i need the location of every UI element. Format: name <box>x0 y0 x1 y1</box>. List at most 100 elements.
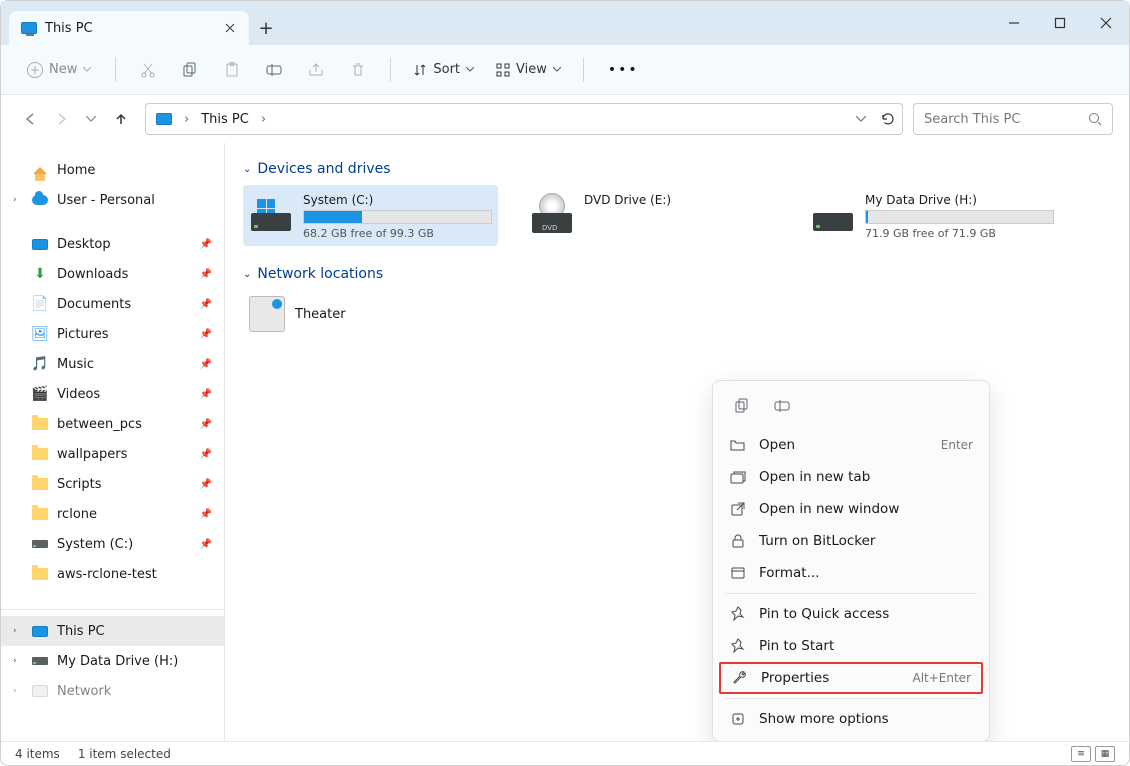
paste-button[interactable] <box>214 52 250 88</box>
pin-icon: 📌 <box>200 539 212 550</box>
status-items: 4 items <box>15 747 60 761</box>
refresh-icon[interactable] <box>880 111 896 127</box>
sidebar-scripts[interactable]: Scripts📌 <box>1 469 224 499</box>
external-icon <box>729 501 747 517</box>
drive-icon <box>32 540 48 548</box>
sidebar-this-pc[interactable]: ›This PC <box>1 616 224 646</box>
chevron-right-icon[interactable]: › <box>13 686 23 696</box>
tab-this-pc[interactable]: This PC <box>9 11 249 45</box>
sidebar-pictures[interactable]: 🖼Pictures📌 <box>1 319 224 349</box>
ctx-bitlocker[interactable]: Turn on BitLocker <box>719 525 983 557</box>
nav-row: › This PC › Search This PC <box>1 95 1129 143</box>
drive-dvd-e[interactable]: DVD Drive (E:) <box>524 185 779 246</box>
pictures-icon: 🖼 <box>31 326 49 342</box>
ctx-pin-quick[interactable]: Pin to Quick access <box>719 598 983 630</box>
search-input[interactable]: Search This PC <box>913 103 1113 135</box>
window-controls <box>991 1 1129 45</box>
divider <box>115 58 116 82</box>
sidebar-system-c[interactable]: System (C:)📌 <box>1 529 224 559</box>
maximize-button[interactable] <box>1037 1 1083 45</box>
drive-system-c[interactable]: System (C:) 68.2 GB free of 99.3 GB <box>243 185 498 246</box>
tab-title: This PC <box>45 21 215 36</box>
back-button[interactable] <box>17 105 45 133</box>
ctx-copy-button[interactable] <box>725 391 759 421</box>
minimize-button[interactable] <box>991 1 1037 45</box>
chevron-right-icon[interactable]: › <box>259 112 268 127</box>
sidebar-music[interactable]: 🎵Music📌 <box>1 349 224 379</box>
sidebar-desktop[interactable]: Desktop📌 <box>1 229 224 259</box>
ctx-rename-button[interactable] <box>765 391 799 421</box>
drive-icon <box>811 191 855 235</box>
ctx-open-tab[interactable]: Open in new tab <box>719 461 983 493</box>
sidebar-rclone[interactable]: rclone📌 <box>1 499 224 529</box>
cut-button[interactable] <box>130 52 166 88</box>
context-menu: Open Enter Open in new tab Open in new w… <box>712 380 990 741</box>
sidebar-between-pcs[interactable]: between_pcs📌 <box>1 409 224 439</box>
ctx-open-window[interactable]: Open in new window <box>719 493 983 525</box>
ctx-properties[interactable]: Properties Alt+Enter <box>719 662 983 694</box>
forward-button[interactable] <box>47 105 75 133</box>
monitor-icon <box>156 113 172 125</box>
sidebar: Home › User - Personal Desktop📌 ⬇Downloa… <box>1 143 225 741</box>
sidebar-network[interactable]: ›Network <box>1 676 224 706</box>
pin-icon <box>729 606 747 622</box>
recent-button[interactable] <box>77 105 105 133</box>
download-icon: ⬇ <box>31 266 49 282</box>
rename-button[interactable] <box>256 52 292 88</box>
chevron-down-icon: ⌄ <box>243 269 251 280</box>
drive-icon <box>249 191 293 235</box>
chevron-down-icon[interactable] <box>856 116 866 122</box>
status-selected: 1 item selected <box>78 747 171 761</box>
sidebar-videos[interactable]: 🎬Videos📌 <box>1 379 224 409</box>
pin-icon: 📌 <box>200 329 212 340</box>
drive-my-data-h[interactable]: My Data Drive (H:) 71.9 GB free of 71.9 … <box>805 185 1060 246</box>
media-device-icon <box>249 296 285 332</box>
chevron-right-icon[interactable]: › <box>13 656 23 666</box>
drive-icon <box>32 657 48 665</box>
details-view-button[interactable]: ≡ <box>1071 746 1091 762</box>
up-button[interactable] <box>107 105 135 133</box>
ctx-pin-start[interactable]: Pin to Start <box>719 630 983 662</box>
close-button[interactable] <box>1083 1 1129 45</box>
monitor-icon <box>32 626 48 637</box>
ctx-open[interactable]: Open Enter <box>719 429 983 461</box>
document-icon: 📄 <box>31 296 49 312</box>
toolbar: + New Sort View ••• <box>1 45 1129 95</box>
view-button[interactable]: View <box>488 56 569 83</box>
ctx-format[interactable]: Format... <box>719 557 983 589</box>
copy-button[interactable] <box>172 52 208 88</box>
new-tab-button[interactable]: + <box>249 11 283 45</box>
more-button[interactable]: ••• <box>598 56 649 84</box>
pin-icon: 📌 <box>200 509 212 520</box>
chevron-right-icon[interactable]: › <box>182 112 191 127</box>
plus-circle-icon: + <box>27 62 43 78</box>
drive-usage-bar <box>865 210 1054 224</box>
status-bar: 4 items 1 item selected ≡ ▦ <box>1 741 1129 765</box>
sidebar-documents[interactable]: 📄Documents📌 <box>1 289 224 319</box>
pin-icon: 📌 <box>200 449 212 460</box>
search-icon <box>1088 112 1102 126</box>
sidebar-home[interactable]: Home <box>1 155 224 185</box>
tab-close-icon[interactable] <box>223 21 237 35</box>
section-devices[interactable]: ⌄ Devices and drives <box>243 161 1111 177</box>
chevron-down-icon <box>466 67 474 72</box>
delete-button[interactable] <box>340 52 376 88</box>
sidebar-my-data-drive[interactable]: ›My Data Drive (H:) <box>1 646 224 676</box>
sidebar-wallpapers[interactable]: wallpapers📌 <box>1 439 224 469</box>
chevron-right-icon[interactable]: › <box>13 195 23 205</box>
network-theater[interactable]: Theater <box>243 290 1111 338</box>
section-network[interactable]: ⌄ Network locations <box>243 266 1111 282</box>
sidebar-user-personal[interactable]: › User - Personal <box>1 185 224 215</box>
sort-button[interactable]: Sort <box>405 56 482 83</box>
chevron-down-icon <box>83 67 91 72</box>
sidebar-downloads[interactable]: ⬇Downloads📌 <box>1 259 224 289</box>
share-button[interactable] <box>298 52 334 88</box>
sidebar-aws-rclone[interactable]: aws-rclone-test <box>1 559 224 589</box>
new-button[interactable]: + New <box>17 56 101 84</box>
ctx-more-options[interactable]: Show more options <box>719 703 983 735</box>
address-bar[interactable]: › This PC › <box>145 103 903 135</box>
tiles-view-button[interactable]: ▦ <box>1095 746 1115 762</box>
pin-icon: 📌 <box>200 299 212 310</box>
chevron-right-icon[interactable]: › <box>13 626 23 636</box>
address-segment[interactable]: This PC <box>197 110 253 129</box>
